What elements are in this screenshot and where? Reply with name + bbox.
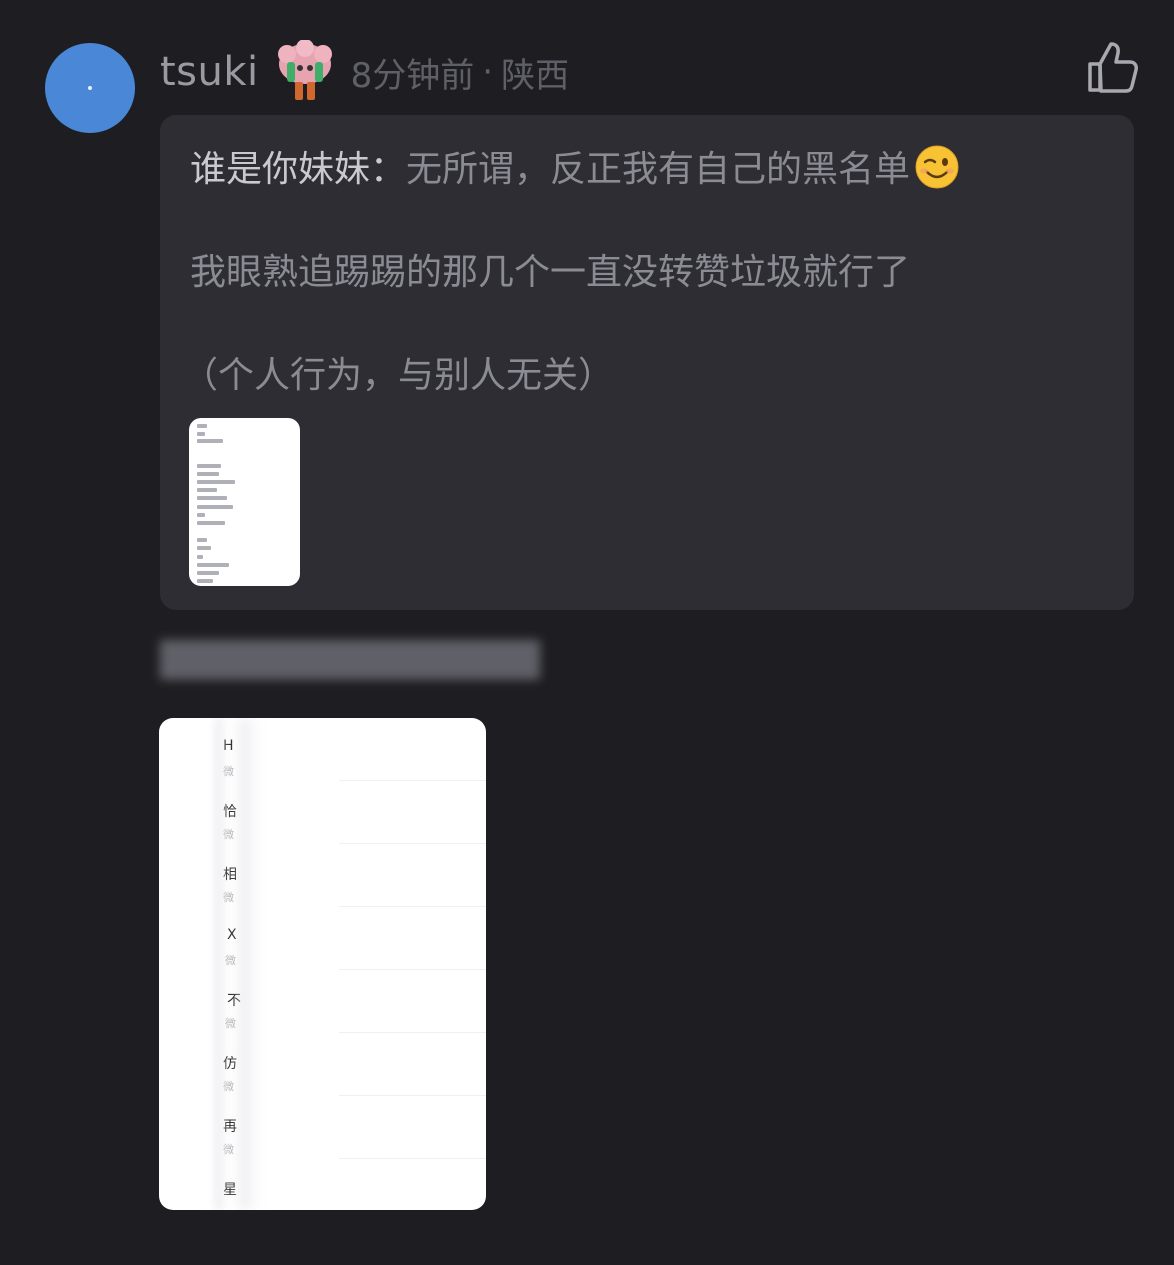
comment-location: 陕西 (501, 55, 570, 96)
quote-author[interactable]: 谁是你妹妹： (190, 149, 406, 190)
quote-text: 无所谓，反正我有自己的黑名单 (406, 149, 911, 190)
quote-third-line: （个人行为，与别人无关） (182, 355, 615, 396)
photo-list-item: X 微 (159, 907, 486, 970)
comment-header: tsuki 8分钟前 · 陕西 (160, 40, 569, 104)
photo-list-item: 仿 微 (159, 1033, 486, 1096)
quoted-reply-card[interactable]: 谁是你妹妹：无所谓，反正我有自己的黑名单 我眼熟追踢踢的那几个一直没转赞垃圾就行… (160, 115, 1134, 610)
user-avatar[interactable] (45, 43, 135, 133)
photo-list-item: 恰 微 (159, 781, 486, 844)
photo-redaction (214, 718, 224, 1210)
quote-second-line: 我眼熟追踢踢的那几个一直没转赞垃圾就行了 (190, 252, 911, 293)
comment-time: 8分钟前 (350, 55, 475, 96)
winking-face-emoji-icon (915, 145, 959, 189)
username[interactable]: tsuki (160, 49, 259, 95)
photo-list-item: H 微 (159, 718, 486, 781)
redacted-text: ████████████████████ (160, 640, 540, 680)
photo-list-item: 相 微 (159, 844, 486, 907)
avatar-decoration (88, 86, 92, 90)
cartoon-character-badge-icon (277, 40, 332, 100)
photo-list-item: 再 微 (159, 1096, 486, 1159)
photo-list-item: 星 (223, 1182, 237, 1198)
quote-image-thumbnail[interactable] (189, 418, 300, 586)
photo-list-item: 不 微 (159, 970, 486, 1033)
quote-first-line: 谁是你妹妹：无所谓，反正我有自己的黑名单 (190, 140, 960, 192)
thumbs-up-icon[interactable] (1084, 38, 1142, 96)
attached-photo[interactable]: H 微 恰 微 相 微 X 微 不 微 仿 微 再 微 星 (159, 718, 486, 1210)
photo-redaction (239, 718, 259, 1210)
meta-separator: · (482, 52, 494, 92)
